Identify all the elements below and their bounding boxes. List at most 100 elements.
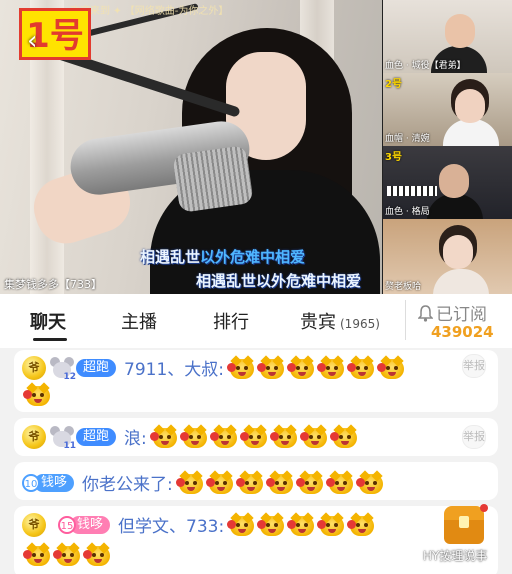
co-host-label: 赘老板哈 [385,282,422,292]
cat-emoji-icon [287,354,315,379]
streamer-tag: 集梦钱多多【733】 [4,278,102,291]
co-host-face [443,235,473,269]
watermark: HY按理说事 [406,547,487,564]
tab-ranking[interactable]: 排行 [213,308,249,334]
co-host-face [455,89,485,123]
tab-chat[interactable]: 聊天 [30,308,66,334]
fan-level-icon: 10 [22,473,40,492]
fan-badge: 钱哆 [34,473,75,492]
chat-line: 10 钱哆 你老公来了: [22,469,383,495]
co-host-video[interactable]: 赘老板哈 [382,219,512,294]
cat-emoji-icon [209,423,237,448]
cat-emoji-icon [239,423,267,448]
cat-emoji-icon [317,354,345,379]
cat-emoji-icon [83,542,110,566]
co-host-face [445,14,475,48]
report-icon[interactable]: 举报 [462,425,486,449]
lyric-line: 相遇乱世以外危难中相爱 [196,272,362,290]
cat-emoji-icon [227,354,255,379]
keyboard [387,186,437,196]
co-host-label: 血色 · 格局 [385,207,430,217]
fan-badge: 超跑 [76,427,117,446]
tab-vip-label: 贵宾 [300,312,336,333]
wechat-icon [406,548,420,562]
mouse-badge-icon: 11 [50,425,76,451]
active-tab-indicator [33,338,67,341]
co-host-number: 2号 [385,79,402,90]
level-crown-icon: 爷 [22,355,46,380]
cat-emoji-icon [317,511,345,536]
cat-emoji-icon [265,469,293,494]
fan-badge: 钱哆 [70,515,111,534]
divider [405,300,406,340]
cat-emoji-icon [287,511,315,536]
back-arrow-icon[interactable]: ‹ [27,28,37,54]
song-overlay: 欢迎来到 ✦ 【网络歌曲-为你之外】 [70,6,229,17]
fan-badge: 超跑 [76,358,117,377]
cat-emoji-icon [53,542,80,566]
chat-message[interactable]: 10 钱哆 你老公来了: [14,462,498,500]
cat-emoji-icon [23,542,50,566]
mouse-badge-icon: 12 [50,356,76,382]
co-host-number: 3号 [385,152,402,163]
chat-message[interactable]: 爷 12 超跑 7911、大叔: 举报 [14,350,498,412]
chat-username[interactable]: 浪: [124,424,147,449]
watermark-text: HY按理说事 [423,549,488,563]
co-host-label: 血帽 · 清婉 [385,134,430,144]
fan-level-icon: 15 [58,515,76,534]
tab-vip[interactable]: 贵宾 (1965) [300,308,380,334]
cat-emoji-icon [299,423,327,448]
co-host-videos: 血色 · 城役【君弟】 2号 血帽 · 清婉 3号 血色 · 格局 赘老板哈 [382,0,512,294]
cat-emoji-icon [325,469,353,494]
subscriber-count: 439024 [431,323,494,341]
subscribe-label: 已订阅 [436,305,487,325]
co-host-video[interactable]: 血色 · 城役【君弟】 [382,0,512,73]
chat-line: 爷 15 钱哆 但学文、733: [22,511,375,537]
lyric-line: 相遇乱世以外危难中相爱 [140,246,305,267]
chat-list[interactable]: 爷 12 超跑 7911、大叔: 举报 爷 11 超跑 浪: 举报 10 钱哆 … [0,348,512,574]
cat-emoji-icon [329,423,357,448]
badge-level: 12 [63,371,76,382]
subscribe-button[interactable]: 已订阅 [418,300,487,325]
cat-emoji-icon [235,469,263,494]
level-crown-icon: 爷 [22,424,46,449]
treasure-chest-icon[interactable] [442,504,488,546]
cat-emoji-icon [205,469,233,494]
tab-bar: 聊天 主播 排行 贵宾 (1965) 已订阅 439024 [0,294,512,348]
chat-line [22,382,50,406]
chat-username[interactable]: 但学文、733: [118,512,224,537]
cat-emoji-icon [149,423,177,448]
co-host-video[interactable]: 3号 血色 · 格局 [382,146,512,219]
chat-username[interactable]: 你老公来了: [82,470,173,495]
cat-emoji-icon [355,469,383,494]
co-host-label: 血色 · 城役【君弟】 [385,61,466,71]
cat-emoji-icon [227,511,255,536]
chat-line: 爷 11 超跑 浪: [22,423,357,451]
lyric-segment-highlight: 以外危难中相爱 [200,248,306,266]
cat-emoji-icon [295,469,323,494]
lyric-segment: 相遇乱世 [140,248,201,266]
cat-emoji-icon [23,382,50,406]
chat-username[interactable]: 7911、大叔: [124,355,224,380]
badge-level: 11 [63,440,76,451]
bell-icon [418,305,433,322]
microphone-grill [172,145,254,213]
cat-emoji-icon [175,469,203,494]
cat-emoji-icon [377,354,405,379]
cat-emoji-icon [257,354,285,379]
tab-host[interactable]: 主播 [121,308,157,334]
cat-emoji-icon [269,423,297,448]
co-host-face [439,164,469,198]
cat-emoji-icon [179,423,207,448]
chat-line: 爷 12 超跑 7911、大叔: [22,354,405,382]
cat-emoji-icon [347,354,375,379]
co-host-video[interactable]: 2号 血帽 · 清婉 [382,73,512,146]
vip-count: (1965) [340,317,380,331]
chat-message[interactable]: 爷 11 超跑 浪: 举报 [14,418,498,456]
chat-line [22,542,110,566]
cat-emoji-icon [347,511,375,536]
level-crown-icon: 爷 [22,512,46,537]
report-icon[interactable]: 举报 [462,354,486,378]
live-stream-area[interactable]: 欢迎来到 ✦ 【网络歌曲-为你之外】 1号 ‹ 相遇乱世以外危难中相爱 相遇乱世… [0,0,512,294]
main-video[interactable]: 欢迎来到 ✦ 【网络歌曲-为你之外】 1号 ‹ 相遇乱世以外危难中相爱 相遇乱世… [0,0,382,294]
